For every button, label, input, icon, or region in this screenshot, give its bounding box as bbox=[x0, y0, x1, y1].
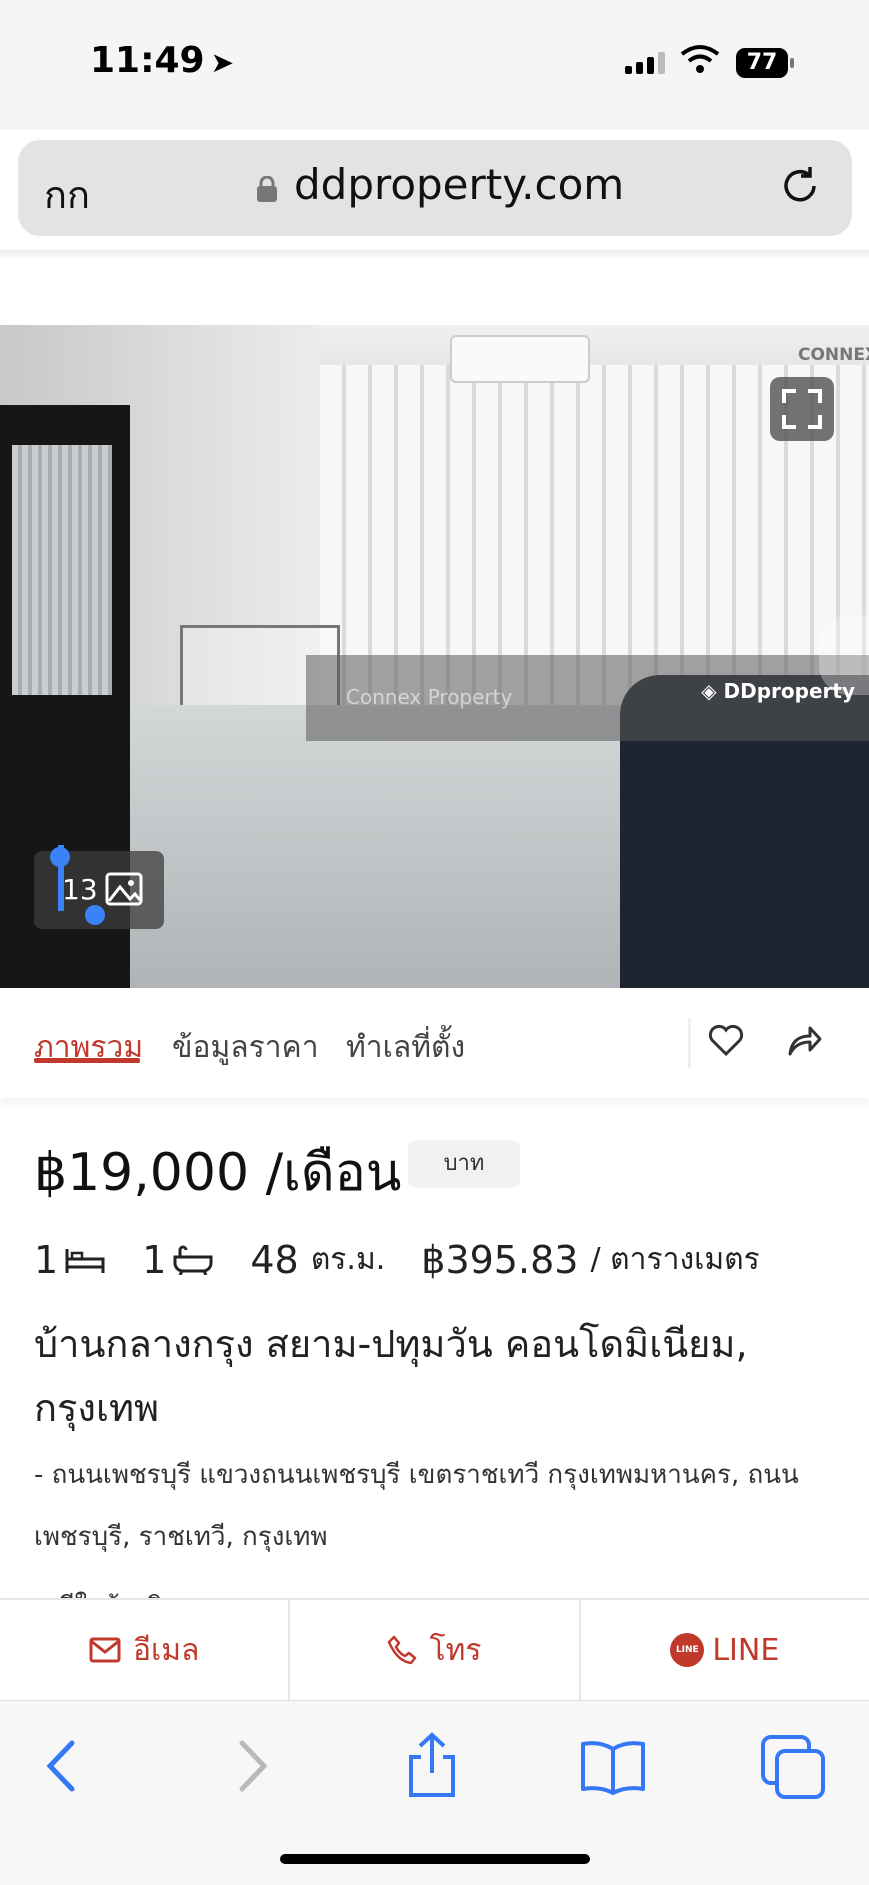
bedrooms: 1 bbox=[34, 1238, 106, 1282]
toolbar-shadow bbox=[0, 250, 869, 260]
tabs-icon[interactable] bbox=[759, 1731, 829, 1801]
location-arrow-icon: ➤ bbox=[210, 46, 235, 79]
bathrooms: 1 bbox=[142, 1238, 214, 1282]
forward-icon[interactable] bbox=[216, 1731, 286, 1801]
agency-logo: CONNEX bbox=[798, 345, 869, 365]
line-chat-icon: LINE bbox=[670, 1633, 705, 1667]
share-icon[interactable] bbox=[397, 1731, 467, 1801]
active-tab-underline bbox=[34, 1058, 140, 1063]
tab-price-info[interactable]: ข้อมูลราคา bbox=[172, 1024, 319, 1071]
call-button[interactable]: โทร bbox=[290, 1600, 581, 1700]
listing-photo[interactable]: CONNEX Connex Property ◈ DDproperty 13 bbox=[0, 325, 869, 988]
ddproperty-logo-icon: ◈ bbox=[701, 679, 724, 703]
tab-divider bbox=[688, 1018, 691, 1068]
lock-icon bbox=[257, 176, 277, 202]
photo-door-glass bbox=[12, 445, 112, 695]
listing-title: บ้านกลางกรุง สยาม-ปทุมวัน คอนโดมิเนียม, … bbox=[34, 1322, 748, 1430]
mail-icon bbox=[89, 1637, 121, 1663]
tab-location[interactable]: ทำเลที่ตั้ง bbox=[346, 1024, 465, 1071]
heart-icon[interactable] bbox=[706, 1020, 746, 1060]
address-bar[interactable]: กก ddproperty.com bbox=[18, 140, 852, 236]
battery-indicator: 77 bbox=[736, 48, 794, 78]
email-button[interactable]: อีเมล bbox=[0, 1600, 291, 1700]
listing-specs: 1 1 48 ตร.ม. ฿395.83 / ตารางเมตร bbox=[34, 1236, 796, 1283]
watermark-agency: Connex Property bbox=[346, 685, 513, 709]
back-icon[interactable] bbox=[28, 1731, 98, 1801]
bookmarks-icon[interactable] bbox=[578, 1731, 648, 1801]
line-button[interactable]: LINE LINE bbox=[581, 1600, 869, 1700]
fullscreen-icon[interactable] bbox=[770, 377, 834, 441]
status-bar: 11:49 ➤ 77 bbox=[0, 0, 869, 130]
currency-selector[interactable]: บาท bbox=[408, 1140, 520, 1188]
listing-address: - ถนนเพชรบุรี แขวงถนนเพชรบุรี เขตราชเทวี… bbox=[34, 1460, 799, 1552]
wifi-icon bbox=[680, 45, 720, 73]
contact-bar: อีเมล โทร LINE LINE bbox=[0, 1598, 869, 1700]
cellular-signal-icon bbox=[625, 52, 665, 74]
home-indicator bbox=[280, 1854, 590, 1864]
photo-air-conditioner bbox=[450, 335, 590, 383]
next-photo-button[interactable] bbox=[819, 615, 869, 695]
bed-icon bbox=[65, 1248, 105, 1273]
url-text[interactable]: ddproperty.com bbox=[294, 160, 624, 209]
selection-handle-bottom[interactable] bbox=[85, 905, 105, 925]
listing-price: ฿19,000 /เดือน bbox=[34, 1143, 402, 1203]
watermark-band: Connex Property ◈ DDproperty bbox=[306, 655, 869, 741]
phone-icon bbox=[388, 1635, 417, 1665]
share-arrow-icon[interactable] bbox=[784, 1020, 824, 1060]
bathtub-icon bbox=[173, 1245, 213, 1275]
floor-area: 48 ตร.ม. bbox=[250, 1237, 386, 1282]
selection-handle-top[interactable] bbox=[50, 847, 70, 867]
clock: 11:49 ➤ bbox=[90, 40, 235, 81]
photo-count: 13 bbox=[62, 873, 98, 906]
price-per-area: ฿395.83 / ตารางเมตร bbox=[421, 1237, 760, 1282]
text-size-button[interactable]: กก bbox=[44, 164, 90, 225]
reload-icon[interactable] bbox=[776, 162, 824, 210]
image-icon bbox=[105, 872, 143, 906]
tab-overview[interactable]: ภาพรวม bbox=[34, 1024, 143, 1071]
